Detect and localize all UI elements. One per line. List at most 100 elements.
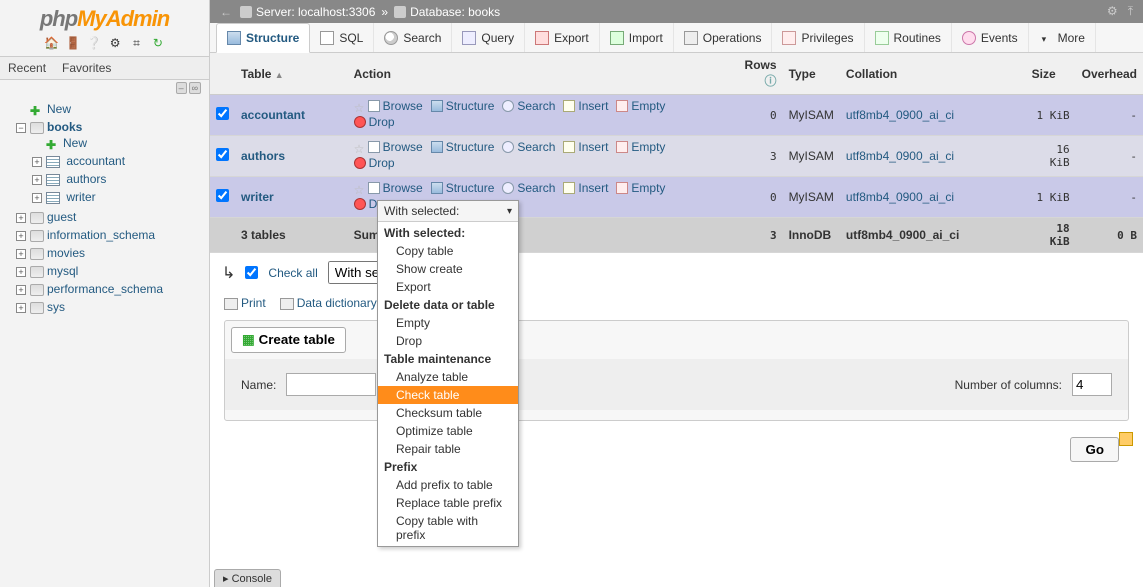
tree-toggle[interactable]: + [16,267,26,277]
favorite-icon[interactable]: ☆ [354,183,365,197]
tree-db-performance_schema[interactable]: performance_schema [47,282,163,296]
row-checkbox[interactable] [216,148,229,161]
dropdown-item[interactable]: Repair table [378,440,518,458]
row-checkbox[interactable] [216,107,229,120]
dropdown-item[interactable]: Add prefix to table [378,476,518,494]
tree-db-sys[interactable]: sys [47,300,65,314]
col-size[interactable]: Size [1026,53,1076,95]
breadcrumb-server[interactable]: Server: localhost:3306 [256,5,375,19]
tab-routines[interactable]: Routines [865,23,952,52]
search-action[interactable]: Search [502,140,555,154]
table-name-link[interactable]: accountant [241,108,305,122]
tab-privileges[interactable]: Privileges [772,23,864,52]
tree-db-movies[interactable]: movies [47,246,85,260]
tab-events[interactable]: Events [952,23,1029,52]
tab-export[interactable]: Export [525,23,600,52]
dropdown-item[interactable]: Replace table prefix [378,494,518,512]
tree-toggle[interactable]: + [32,175,42,185]
sql-icon[interactable]: ⌗ [130,36,144,50]
tab-structure[interactable]: Structure [216,23,310,53]
new-db-link[interactable]: New [47,102,71,116]
col-table[interactable]: Table ▲ [235,53,348,95]
checkall-checkbox[interactable] [245,266,258,279]
insert-action[interactable]: Insert [563,181,608,195]
docs-icon[interactable]: ❔ [87,36,101,50]
link-icon[interactable]: ∞ [189,82,201,94]
settings-icon[interactable]: ⚙ [108,36,122,50]
breadcrumb-database[interactable]: Database: books [410,5,500,19]
dropdown-item[interactable]: Empty [378,314,518,332]
insert-action[interactable]: Insert [563,140,608,154]
search-action[interactable]: Search [502,181,555,195]
structure-action[interactable]: Structure [431,99,495,113]
tab-sql[interactable]: SQL [310,23,374,52]
exit-icon[interactable]: 🚪 [65,36,79,50]
tree-table-authors[interactable]: authors [66,172,106,186]
tab-query[interactable]: Query [452,23,525,52]
search-action[interactable]: Search [502,99,555,113]
tab-operations[interactable]: Operations [674,23,773,52]
col-rows[interactable]: Rows ⓘ [728,53,783,95]
dropdown-item[interactable]: Export [378,278,518,296]
tree-db-guest[interactable]: guest [47,210,76,224]
tree-toggle[interactable]: + [16,213,26,223]
collapse-icon[interactable]: – [176,82,187,94]
table-name-link[interactable]: authors [241,149,285,163]
tab-search[interactable]: Search [374,23,452,52]
with-selected-dropdown[interactable]: With selected: With selected:Copy tableS… [377,200,519,547]
dropdown-selector[interactable]: With selected: [378,201,518,222]
columns-input[interactable] [1072,373,1112,396]
structure-action[interactable]: Structure [431,181,495,195]
empty-action[interactable]: Empty [616,181,665,195]
col-type[interactable]: Type [783,53,840,95]
tree-toggle[interactable]: + [16,231,26,241]
tree-db-books[interactable]: books [47,120,82,134]
row-checkbox[interactable] [216,189,229,202]
browse-action[interactable]: Browse [368,140,423,154]
insert-action[interactable]: Insert [563,99,608,113]
dropdown-item[interactable]: Show create [378,260,518,278]
page-up-icon[interactable]: ⤒ [1128,4,1133,19]
dropdown-item[interactable]: Copy table [378,242,518,260]
data-dictionary-link[interactable]: Data dictionary [280,296,377,310]
favorite-icon[interactable]: ☆ [354,101,365,115]
browse-action[interactable]: Browse [368,99,423,113]
browse-action[interactable]: Browse [368,181,423,195]
dropdown-item[interactable]: Checksum table [378,404,518,422]
gear-icon[interactable]: ⚙ [1107,4,1118,19]
table-name-link[interactable]: writer [241,190,274,204]
print-link[interactable]: Print [224,296,266,310]
tree-table-accountant[interactable]: accountant [66,154,125,168]
tab-import[interactable]: Import [600,23,674,52]
tree-table-writer[interactable]: writer [66,190,95,204]
dropdown-item[interactable]: Drop [378,332,518,350]
dropdown-item[interactable]: Optimize table [378,422,518,440]
tree-toggle[interactable]: − [16,123,26,133]
dropdown-item[interactable]: Copy table with prefix [378,512,518,544]
nav-back-icon[interactable]: ← [220,5,232,19]
help-icon[interactable]: ⓘ [765,74,777,88]
console-button[interactable]: ▸ Console [214,569,281,587]
tab-more[interactable]: More [1029,23,1096,52]
favorite-icon[interactable]: ☆ [354,142,365,156]
drop-action[interactable]: Drop [354,156,395,170]
tree-toggle[interactable]: + [16,285,26,295]
create-table-button[interactable]: ▦Create table [231,327,346,353]
bookmark-icon[interactable] [1119,432,1133,446]
empty-action[interactable]: Empty [616,140,665,154]
tree-db-information_schema[interactable]: information_schema [47,228,155,242]
go-button[interactable]: Go [1070,437,1119,462]
tree-toggle[interactable]: + [16,303,26,313]
new-table-link[interactable]: New [63,136,87,150]
drop-action[interactable]: Drop [354,115,395,129]
checkall-link[interactable]: Check all [268,266,317,280]
tree-toggle[interactable]: + [16,249,26,259]
tree-toggle[interactable]: + [32,157,42,167]
recent-tab[interactable]: Recent [0,57,54,79]
tree-db-mysql[interactable]: mysql [47,264,78,278]
tree-toggle[interactable]: + [32,193,42,203]
home-icon[interactable]: 🏠 [44,36,58,50]
dropdown-item[interactable]: Analyze table [378,368,518,386]
col-collation[interactable]: Collation [840,53,1026,95]
empty-action[interactable]: Empty [616,99,665,113]
